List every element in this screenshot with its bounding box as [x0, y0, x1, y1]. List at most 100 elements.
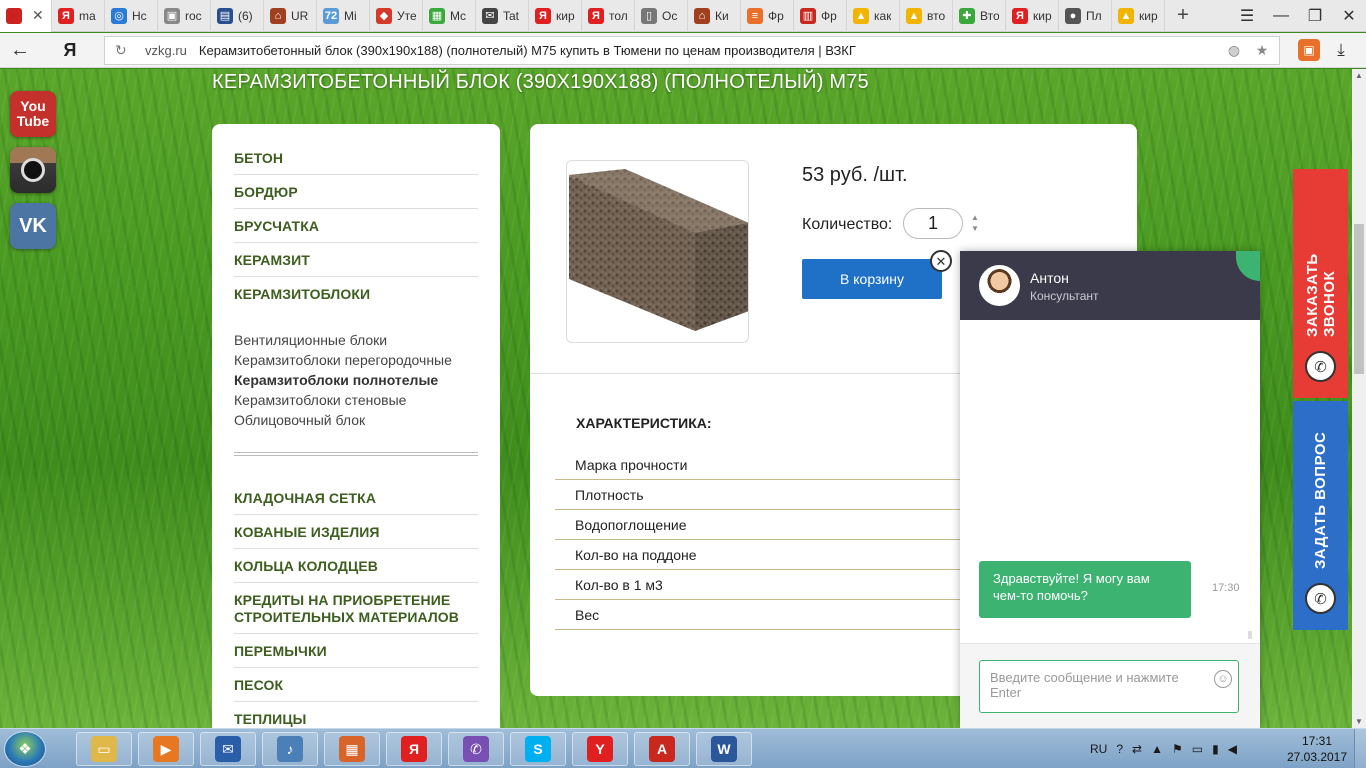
- taskbar-app[interactable]: Я: [386, 732, 442, 766]
- new-tab-button[interactable]: +: [1165, 0, 1201, 32]
- download-icon[interactable]: ⤓: [1330, 39, 1352, 61]
- category-link[interactable]: ПЕСОК: [234, 677, 283, 693]
- scroll-up-icon[interactable]: ▲: [1355, 71, 1363, 80]
- taskbar-app[interactable]: ♪: [262, 732, 318, 766]
- browser-tab[interactable]: ≡ Фр: [741, 0, 794, 32]
- taskbar-app[interactable]: ▭: [76, 732, 132, 766]
- reload-icon[interactable]: ↻: [115, 42, 139, 59]
- start-button[interactable]: ❖: [4, 731, 46, 767]
- category-link[interactable]: ПЕРЕМЫЧКИ: [234, 643, 327, 659]
- close-window-icon[interactable]: ✕: [1332, 6, 1366, 26]
- chat-message-input[interactable]: Введите сообщение и нажмите Enter: [979, 660, 1239, 713]
- tab-title: Пл: [1086, 8, 1102, 23]
- browser-tab[interactable]: ▤ (6): [211, 0, 264, 32]
- browser-tab[interactable]: ▲ вто: [900, 0, 953, 32]
- tab-favicon-icon: ▦: [429, 7, 445, 24]
- category-link[interactable]: КЕРАМЗИТ: [234, 252, 310, 268]
- characteristic-row: Плотность: [555, 480, 965, 510]
- flag-icon[interactable]: ⚑: [1172, 742, 1183, 756]
- subcategory-link[interactable]: Керамзитоблоки стеновые: [234, 392, 406, 408]
- ask-question-tab[interactable]: ЗАДАТЬ ВОПРОС ✆: [1293, 401, 1348, 630]
- browser-tab[interactable]: Яma: [52, 0, 105, 32]
- emoji-icon[interactable]: ☺: [1214, 670, 1232, 688]
- tray-expand-icon[interactable]: ▲: [1151, 742, 1163, 756]
- browser-tab[interactable]: ⌂ Ки: [688, 0, 741, 32]
- back-button[interactable]: ←: [0, 39, 40, 62]
- browser-tab[interactable]: ▲ как: [847, 0, 900, 32]
- category-link[interactable]: КЛАДОЧНАЯ СЕТКА: [234, 490, 376, 506]
- chat-scrollbar[interactable]: [1248, 631, 1252, 639]
- vk-icon[interactable]: VK: [10, 203, 56, 249]
- browser-tab[interactable]: ● Пл: [1059, 0, 1112, 32]
- taskbar-app[interactable]: Y: [572, 732, 628, 766]
- device-icon[interactable]: ▭: [1192, 742, 1203, 756]
- taskbar-app[interactable]: ▶: [138, 732, 194, 766]
- browser-tab[interactable]: Якир: [529, 0, 582, 32]
- tab-favicon-icon: ✚: [959, 7, 975, 24]
- taskbar-app[interactable]: A: [634, 732, 690, 766]
- browser-tab[interactable]: Якир: [1006, 0, 1059, 32]
- quantity-stepper[interactable]: ▲ ▼: [971, 212, 979, 234]
- add-to-cart-button[interactable]: В корзину: [802, 259, 942, 299]
- browser-tab[interactable]: ◆ Уте: [370, 0, 423, 32]
- category-link-line2[interactable]: СТРОИТЕЛЬНЫХ МАТЕРИАЛОВ: [234, 609, 459, 625]
- phone-icon: ✆: [1305, 583, 1336, 614]
- taskbar-clock[interactable]: 17:31 27.03.2017: [1282, 733, 1352, 765]
- product-image[interactable]: [566, 160, 749, 343]
- category-link[interactable]: БОРДЮР: [234, 184, 298, 200]
- browser-tab[interactable]: ✉ Tat: [476, 0, 529, 32]
- browser-tab[interactable]: ⌂ UR: [264, 0, 317, 32]
- network-share-icon[interactable]: ⇄: [1132, 742, 1142, 756]
- tab-favicon-icon: ⌂: [694, 7, 710, 24]
- scrollbar-thumb[interactable]: [1354, 224, 1364, 374]
- taskbar-app[interactable]: W: [696, 732, 752, 766]
- close-tab-icon[interactable]: ✕: [32, 7, 44, 24]
- category-link[interactable]: БЕТОН: [234, 150, 283, 166]
- subcategory-link[interactable]: Вентиляционные блоки: [234, 332, 387, 348]
- menu-icon[interactable]: ☰: [1230, 6, 1264, 26]
- taskbar-app[interactable]: ✉: [200, 732, 256, 766]
- help-icon[interactable]: ?: [1116, 742, 1123, 756]
- browser-tab-active[interactable]: ✕: [0, 0, 52, 32]
- url-field[interactable]: ↻ vzkg.ru Керамзитобетонный блок (390х19…: [104, 36, 1280, 65]
- bookmark-star-icon[interactable]: ★: [1253, 41, 1271, 59]
- category-link[interactable]: БРУСЧАТКА: [234, 218, 319, 234]
- browser-tab[interactable]: Ятол: [582, 0, 635, 32]
- taskbar-app[interactable]: ▦: [324, 732, 380, 766]
- close-icon[interactable]: ✕: [930, 250, 952, 272]
- quantity-input[interactable]: 1: [903, 208, 963, 239]
- taskbar-app[interactable]: S: [510, 732, 566, 766]
- browser-tab[interactable]: ▥ Фр: [794, 0, 847, 32]
- instagram-icon[interactable]: [10, 147, 56, 193]
- show-desktop-button[interactable]: [1354, 729, 1366, 768]
- category-link-active[interactable]: КЕРАМЗИТОБЛОКИ: [234, 286, 370, 302]
- browser-tab[interactable]: ▦ Mc: [423, 0, 476, 32]
- callback-tab[interactable]: ЗАКАЗАТЬ ЗВОНОК ✆: [1293, 169, 1348, 398]
- protect-icon[interactable]: ◍: [1225, 41, 1243, 59]
- minimize-icon[interactable]: —: [1264, 7, 1298, 25]
- signal-icon[interactable]: ▮: [1212, 742, 1219, 756]
- youtube-icon[interactable]: You Tube: [10, 91, 56, 137]
- scroll-down-icon[interactable]: ▼: [1355, 717, 1363, 726]
- tray-lang[interactable]: RU: [1090, 742, 1107, 756]
- taskbar-app[interactable]: ✆: [448, 732, 504, 766]
- system-tray: RU ? ⇄ ▲ ⚑ ▭ ▮ ◀: [1090, 729, 1237, 768]
- browser-tab[interactable]: ◎ Hc: [105, 0, 158, 32]
- browser-tab[interactable]: ▯ Oc: [635, 0, 688, 32]
- subcategory-link[interactable]: Облицовочный блок: [234, 412, 365, 428]
- extension-icon[interactable]: ▣: [1298, 39, 1320, 61]
- volume-icon[interactable]: ◀: [1228, 742, 1237, 756]
- category-link-line1[interactable]: КРЕДИТЫ НА ПРИОБРЕТЕНИЕ: [234, 592, 450, 608]
- category-link[interactable]: КОЛЬЦА КОЛОДЦЕВ: [234, 558, 378, 574]
- browser-tab[interactable]: ▲ кир: [1112, 0, 1165, 32]
- subcategory-link-active[interactable]: Керамзитоблоки полнотелые: [234, 372, 438, 388]
- yandex-home-button[interactable]: Я: [40, 40, 100, 61]
- browser-tab[interactable]: ▣ roc: [158, 0, 211, 32]
- browser-tab[interactable]: ✚ Вто: [953, 0, 1006, 32]
- page-scrollbar[interactable]: ▲ ▼: [1352, 69, 1366, 728]
- browser-tab[interactable]: 72 Mi: [317, 0, 370, 32]
- category-link[interactable]: ТЕПЛИЦЫ: [234, 711, 306, 727]
- subcategory-link[interactable]: Керамзитоблоки перегородочные: [234, 352, 452, 368]
- category-link[interactable]: КОВАНЫЕ ИЗДЕЛИЯ: [234, 524, 380, 540]
- restore-icon[interactable]: ❐: [1298, 6, 1332, 26]
